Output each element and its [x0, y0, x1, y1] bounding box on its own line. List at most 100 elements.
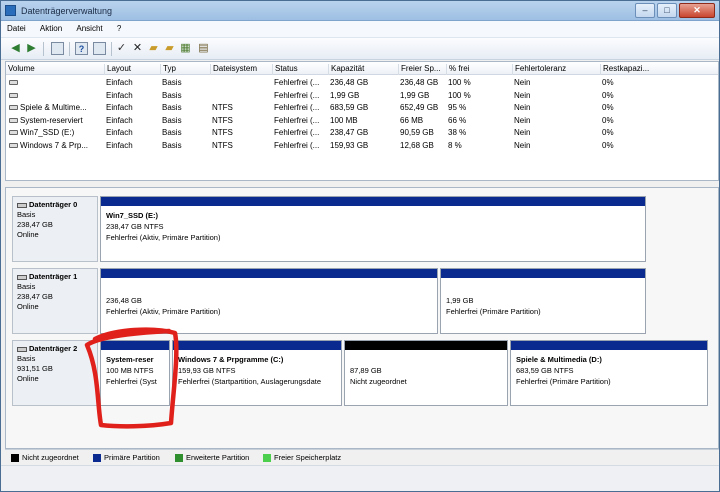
menu-aktion[interactable]: Aktion	[34, 21, 68, 36]
col-restkapazitaet[interactable]: Restkapazi...	[600, 64, 660, 75]
back-arrow-icon[interactable]: ◀	[9, 42, 22, 55]
col-fehlertoleranz[interactable]: Fehlertoleranz	[512, 64, 600, 75]
console-tree-icon[interactable]	[51, 42, 64, 55]
partition-disk1-primary-2[interactable]: 1,99 GB Fehlerfrei (Primäre Partition)	[440, 268, 646, 334]
table-row[interactable]: Win7_SSD (E:) Einfach Basis NTFS Fehlerfrei …	[6, 127, 718, 139]
cell-layout: Einfach	[106, 103, 133, 112]
cell-kapazitaet: 236,48 GB	[330, 78, 369, 87]
title-bar[interactable]: Datenträgerverwaltung – □ ✕	[1, 1, 719, 21]
cell-layout: Einfach	[106, 115, 133, 125]
cell-kapazitaet: 683,59 GB	[330, 103, 369, 112]
help-icon[interactable]: ?	[75, 42, 88, 55]
disk-2-label[interactable]: Datenträger 2 Basis 931,51 GB Online	[12, 340, 98, 406]
toolbar-separator	[43, 42, 44, 56]
cell-prozent-frei: 38 %	[448, 128, 467, 137]
disk-view: Datenträger 0 Basis 238,47 GB Online Win…	[5, 187, 719, 449]
disk-1-label[interactable]: Datenträger 1 Basis 238,47 GB Online	[12, 268, 98, 334]
maximize-button[interactable]: □	[657, 3, 677, 18]
properties-icon[interactable]	[93, 42, 106, 55]
forward-arrow-icon[interactable]: ▶	[25, 42, 38, 55]
partition-windows-c[interactable]: Windows 7 & Prpgramme (C:) 159,93 GB NTF…	[172, 340, 342, 406]
col-status[interactable]: Status	[272, 64, 328, 75]
partition-status: Fehlerfrei (Aktiv, Primäre Partition)	[106, 233, 221, 242]
menu-datei[interactable]: Datei	[1, 21, 32, 36]
cell-restkapazitaet: 0%	[602, 128, 614, 137]
cell-prozent-frei: 95 %	[448, 103, 467, 112]
menu-help[interactable]: ?	[111, 21, 127, 36]
col-typ[interactable]: Typ	[160, 64, 210, 75]
cell-typ: Basis	[162, 103, 182, 112]
close-button[interactable]: ✕	[679, 3, 715, 18]
cell-typ: Basis	[162, 128, 182, 137]
legend-label: Nicht zugeordnet	[22, 453, 79, 462]
window-title: Datenträgerverwaltung	[21, 6, 113, 16]
table-row[interactable]: Spiele & Multime... Einfach Basis NTFS Fehle…	[6, 102, 718, 114]
cell-restkapazitaet: 0%	[602, 103, 614, 112]
partition-system-reserviert[interactable]: System-reser 100 MB NTFS Fehlerfrei (Sys…	[100, 340, 170, 406]
open-folder-icon[interactable]: ▰	[147, 42, 160, 55]
volume-list[interactable]: Volume Layout Typ Dateisystem Status Kap…	[5, 61, 719, 181]
table-row[interactable]: Einfach Basis Fehlerfrei (... 1,99 GB 1,99 G…	[6, 90, 718, 102]
col-dateisystem[interactable]: Dateisystem	[210, 64, 272, 75]
toolbar-separator	[69, 42, 70, 56]
disk-state: Online	[17, 230, 39, 239]
menu-ansicht[interactable]: Ansicht	[70, 21, 108, 36]
cell-fehlertoleranz: Nein	[514, 90, 531, 100]
cell-fehlertoleranz: Nein	[514, 128, 531, 137]
partition-status: Fehlerfrei (Startpartition, Auslagerungs…	[178, 377, 321, 386]
checkmark-icon[interactable]: ✓	[115, 42, 128, 55]
disk-type: Basis	[17, 210, 36, 219]
cell-prozent-frei: 66 %	[448, 115, 467, 125]
legend-swatch	[263, 454, 271, 463]
cell-kapazitaet: 159,93 GB	[330, 140, 369, 150]
partition-win7-ssd[interactable]: Win7_SSD (E:) 238,47 GB NTFS Fehlerfrei …	[100, 196, 646, 262]
partition-name: Win7_SSD (E:)	[106, 211, 159, 220]
cell-dateisystem: NTFS	[212, 140, 233, 150]
partition-size: 683,59 GB NTFS	[516, 366, 574, 375]
disk-type: Basis	[17, 354, 36, 363]
col-layout[interactable]: Layout	[104, 64, 160, 75]
delete-icon[interactable]: ✕	[131, 42, 144, 55]
cell-restkapazitaet: 0%	[602, 115, 614, 125]
export-icon[interactable]: ▰	[163, 42, 176, 55]
table-row[interactable]: System-reserviert Einfach Basis NTFS Fehlerf…	[6, 115, 718, 127]
cell-restkapazitaet: 0%	[602, 90, 614, 100]
settings-icon[interactable]: ▤	[197, 42, 210, 55]
cell-volume: Spiele & Multime...	[20, 103, 87, 112]
partition-bar	[101, 197, 645, 206]
legend-swatch	[93, 454, 101, 463]
disk-0-label[interactable]: Datenträger 0 Basis 238,47 GB Online	[12, 196, 98, 262]
menu-bar: Datei Aktion Ansicht ?	[1, 21, 719, 38]
legend-label: Freier Speicherplatz	[274, 453, 342, 462]
partition-size: 238,47 GB NTFS	[106, 222, 164, 231]
cell-layout: Einfach	[106, 128, 133, 137]
minimize-button[interactable]: –	[635, 3, 655, 18]
cell-layout: Einfach	[106, 140, 133, 150]
partition-size: 100 MB NTFS	[106, 366, 154, 375]
col-volume[interactable]: Volume	[6, 64, 104, 75]
window-controls: – □ ✕	[633, 3, 715, 18]
table-row[interactable]: Windows 7 & Prp... Einfach Basis NTFS Fehler…	[6, 140, 718, 152]
col-freier-speicher[interactable]: Freier Sp...	[398, 64, 446, 75]
view-icon[interactable]: ▦	[179, 42, 192, 55]
partition-unallocated[interactable]: 87,89 GB Nicht zugeordnet	[344, 340, 508, 406]
disk-drive-icon	[17, 274, 27, 280]
col-kapazitaet[interactable]: Kapazität	[328, 64, 398, 75]
partition-disk1-primary-1[interactable]: 236,48 GB Fehlerfrei (Aktiv, Primäre Par…	[100, 268, 438, 334]
partition-status: Fehlerfrei (Aktiv, Primäre Partition)	[106, 307, 221, 316]
legend-swatch	[175, 454, 183, 463]
legend-swatch	[11, 454, 19, 463]
partition-name: Spiele & Multimedia (D:)	[516, 355, 602, 364]
cell-typ: Basis	[162, 115, 182, 125]
disk-name: Datenträger 0	[29, 200, 78, 209]
legend-free-space: Freier Speicherplatz	[263, 453, 342, 463]
cell-freier-speicher: 236,48 GB	[400, 78, 439, 87]
disk-size: 238,47 GB	[17, 292, 53, 301]
table-row[interactable]: Einfach Basis Fehlerfrei (... 236,48 GB 236,…	[6, 77, 718, 89]
partition-spiele-d[interactable]: Spiele & Multimedia (D:) 683,59 GB NTFS …	[510, 340, 708, 406]
cell-status: Fehlerfrei (...	[274, 128, 320, 137]
col-prozent-frei[interactable]: % frei	[446, 64, 512, 75]
cell-restkapazitaet: 0%	[602, 140, 614, 150]
disk-type: Basis	[17, 282, 36, 291]
cell-prozent-frei: 8 %	[448, 140, 462, 150]
